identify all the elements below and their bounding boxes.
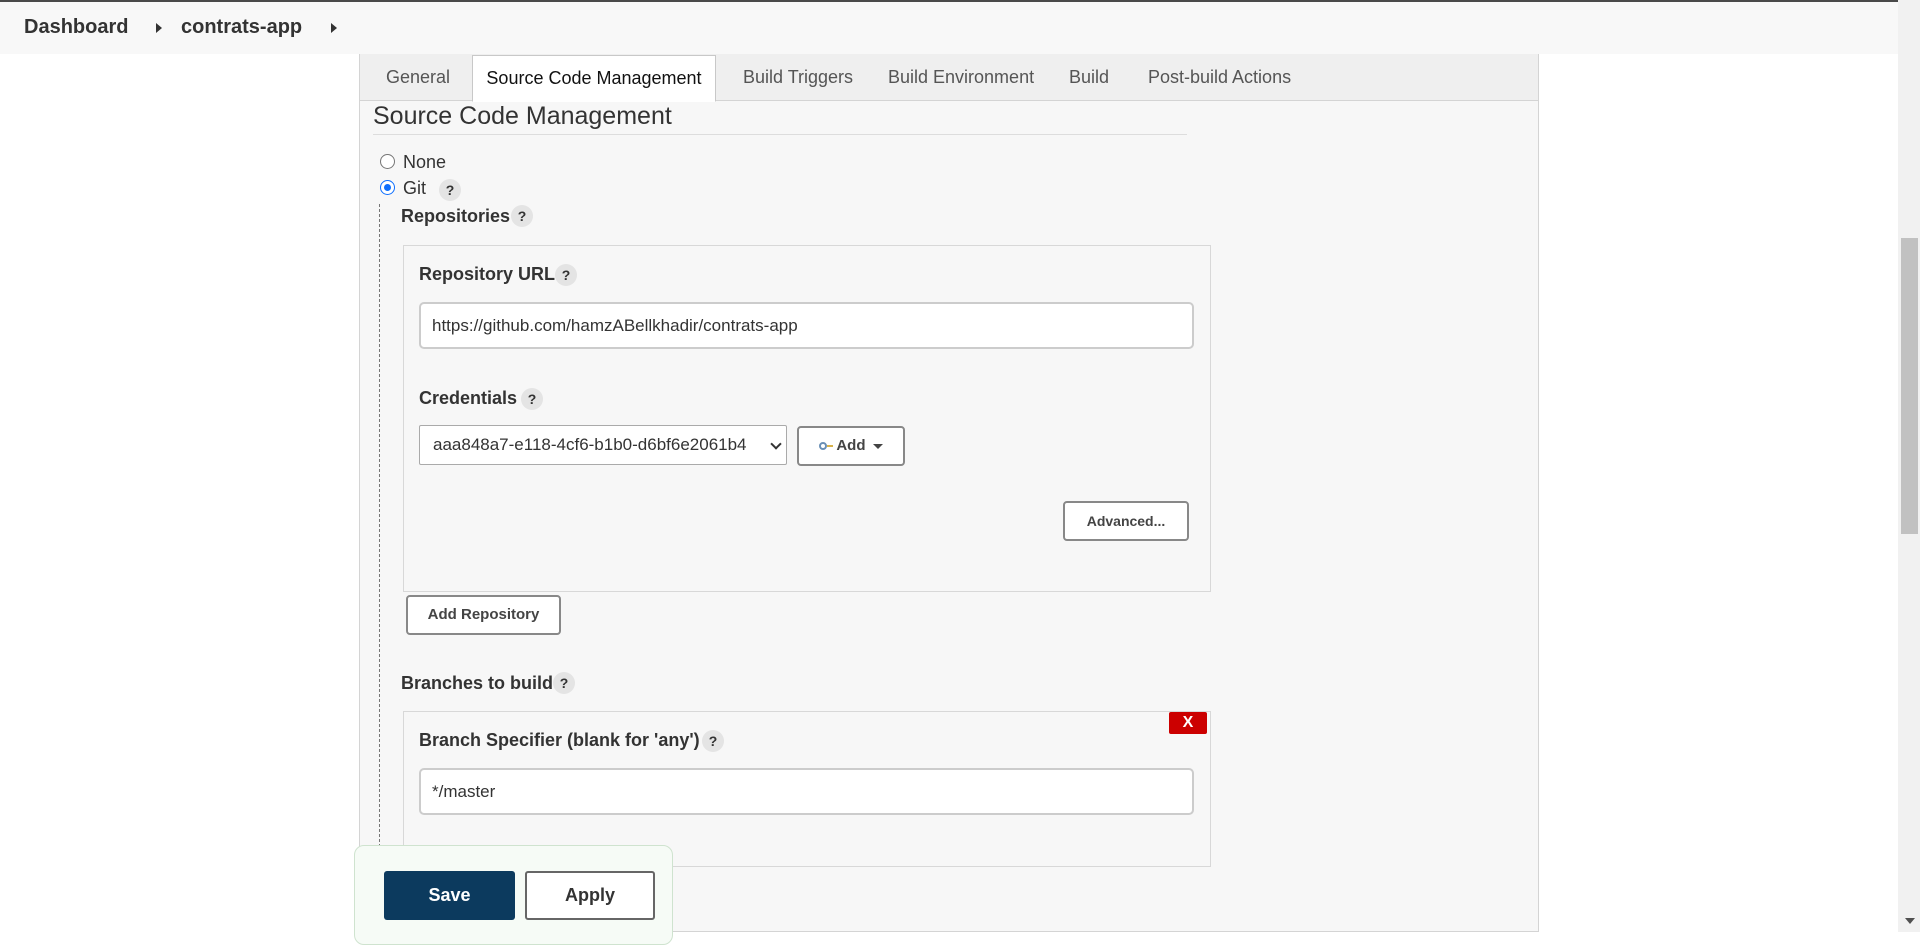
scm-git-radio[interactable] <box>380 180 395 195</box>
help-icon[interactable]: ? <box>511 205 533 227</box>
add-credentials-button[interactable]: Add <box>797 426 905 466</box>
config-panel: General Source Code Management Build Tri… <box>359 54 1539 932</box>
breadcrumb: Dashboard contrats-app <box>0 0 1920 54</box>
repository-url-input[interactable]: https://github.com/hamzABellkhadir/contr… <box>419 302 1194 349</box>
add-credentials-label: Add <box>836 437 866 454</box>
chevron-right-icon[interactable] <box>331 23 337 33</box>
tab-build-triggers[interactable]: Build Triggers <box>743 54 853 101</box>
tab-general[interactable]: General <box>386 54 450 101</box>
delete-branch-button[interactable]: X <box>1169 712 1207 734</box>
save-button[interactable]: Save <box>384 871 515 920</box>
help-icon[interactable]: ? <box>439 179 461 201</box>
tab-post-build-actions[interactable]: Post-build Actions <box>1148 54 1291 101</box>
branches-label: Branches to build <box>401 673 554 693</box>
help-icon[interactable]: ? <box>553 672 575 694</box>
section-title: Source Code Management <box>373 102 672 130</box>
branch-specifier-input[interactable]: */master <box>419 768 1194 815</box>
chevron-right-icon[interactable] <box>156 23 162 33</box>
tab-bar: General Source Code Management Build Tri… <box>360 54 1538 102</box>
scm-none-radio[interactable] <box>380 154 395 169</box>
breadcrumb-project[interactable]: contrats-app <box>181 16 302 39</box>
tab-source-code-management[interactable]: Source Code Management <box>472 55 716 102</box>
breadcrumb-dashboard[interactable]: Dashboard <box>24 16 128 39</box>
branch-specifier-label: Branch Specifier (blank for 'any') <box>419 730 700 750</box>
tab-build[interactable]: Build <box>1069 54 1109 101</box>
add-repository-button[interactable]: Add Repository <box>406 595 561 635</box>
key-icon <box>819 442 828 451</box>
credentials-value: aaa848a7-e118-4cf6-b1b0-d6bf6e2061b4 <box>433 435 747 454</box>
help-icon[interactable]: ? <box>521 388 543 410</box>
help-icon[interactable]: ? <box>702 730 724 752</box>
advanced-button[interactable]: Advanced... <box>1063 501 1189 541</box>
branch-box: X Branch Specifier (blank for 'any') ? *… <box>403 711 1211 867</box>
apply-button[interactable]: Apply <box>525 871 655 920</box>
help-icon[interactable]: ? <box>555 264 577 286</box>
git-section-guide <box>379 204 380 932</box>
key-shaft-icon <box>827 445 834 448</box>
scm-git-label[interactable]: Git <box>403 178 426 199</box>
caret-down-icon <box>872 443 883 449</box>
repositories-label: Repositories <box>401 206 511 226</box>
scm-none-label[interactable]: None <box>403 152 446 173</box>
tab-build-environment[interactable]: Build Environment <box>888 54 1034 101</box>
section-divider <box>373 134 1187 135</box>
credentials-select[interactable]: aaa848a7-e118-4cf6-b1b0-d6bf6e2061b4 <box>419 425 787 465</box>
scroll-down-icon[interactable] <box>1905 918 1915 924</box>
scrollbar-thumb[interactable] <box>1901 238 1918 534</box>
repository-box: Repository URL ? https://github.com/hamz… <box>403 245 1211 592</box>
repository-url-label: Repository URL <box>419 264 556 284</box>
chevron-down-icon <box>770 438 782 450</box>
credentials-label: Credentials <box>419 388 518 408</box>
